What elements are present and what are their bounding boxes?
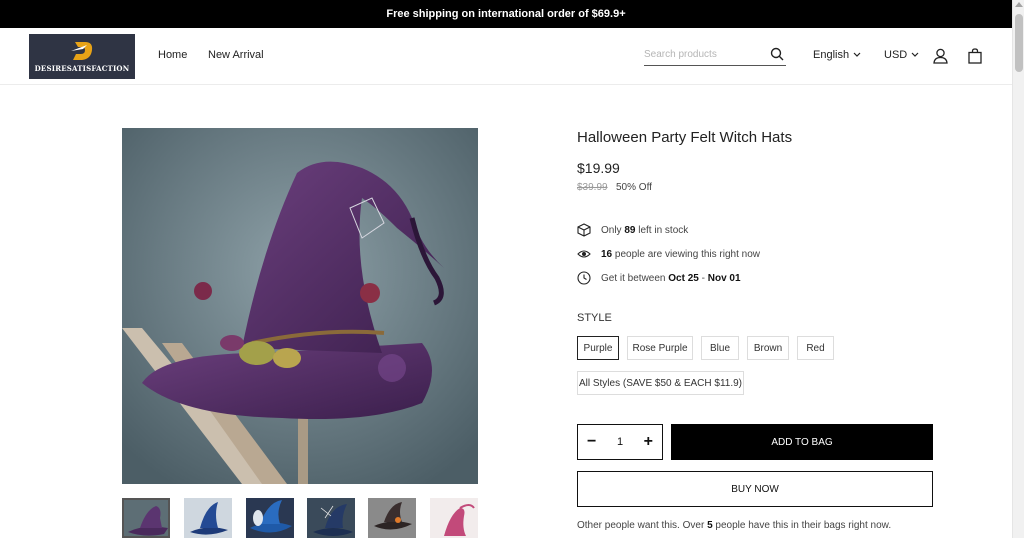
product-title: Halloween Party Felt Witch Hats [577,129,793,146]
variant-rose-purple[interactable]: Rose Purple [627,336,693,360]
product-thumbnail[interactable] [246,498,294,538]
chevron-down-icon [911,52,919,57]
product-thumbnail[interactable] [430,498,478,538]
language-selector[interactable]: English [813,49,861,61]
social-proof-post: people have this in their bags right now… [715,520,892,531]
viewers-text: people are viewing this right now [614,248,760,260]
nav-home-link[interactable]: Home [158,49,187,61]
logo-text: DESIRESATISFACTION [34,64,130,73]
delivery-info: Get it between Oct 25 - Nov 01 [577,271,741,285]
style-label: STYLE [577,312,612,324]
add-to-bag-button[interactable]: ADD TO BAG [671,424,933,460]
social-proof-pre: Other people want this. Over [577,520,705,531]
stock-text-post: left in stock [638,224,689,236]
quantity-value[interactable]: 1 [617,436,623,448]
quantity-stepper: − 1 + [577,424,663,460]
stock-text-pre: Only [601,224,622,236]
quantity-decrease-button[interactable]: − [587,434,596,450]
product-main-image[interactable] [122,128,478,484]
product-thumbnail[interactable] [368,498,416,538]
variant-red[interactable]: Red [797,336,834,360]
variant-brown[interactable]: Brown [747,336,789,360]
delivery-start: Oct 25 [668,272,699,284]
buy-now-button[interactable]: BUY NOW [577,471,933,507]
search-icon[interactable] [770,47,784,66]
language-value: English [813,49,850,61]
stock-count: 89 [624,224,636,236]
viewers-count: 16 [601,248,613,260]
eye-icon [577,250,591,258]
currency-selector[interactable]: USD [884,49,919,61]
search-input[interactable] [644,44,762,65]
clock-icon [577,271,591,285]
social-proof-count: 5 [707,520,713,531]
stock-info: Only 89 left in stock [577,223,688,237]
social-proof-text: Other people want this. Over 5 people ha… [577,520,891,531]
logo[interactable]: DESIRESATISFACTION [29,34,135,79]
user-icon[interactable] [933,48,948,69]
quantity-increase-button[interactable]: + [644,434,653,450]
chevron-down-icon [853,52,861,57]
nav-new-arrival-link[interactable]: New Arrival [208,49,264,61]
announcement-bar: Free shipping on international order of … [0,0,1012,28]
scroll-thumb[interactable] [1015,14,1023,72]
currency-value: USD [884,49,908,61]
search-box [644,44,786,66]
scroll-up-arrow[interactable] [1015,2,1023,7]
logo-mark-icon [71,42,93,60]
delivery-text-pre: Get it between [601,272,666,284]
product-price: $19.99 [577,160,620,176]
variant-purple[interactable]: Purple [577,336,619,360]
bag-icon[interactable] [968,48,982,69]
viewers-info: 16 people are viewing this right now [577,247,760,261]
product-thumbnail[interactable] [307,498,355,538]
discount-label: 50% Off [616,182,652,193]
delivery-sep: - [701,272,705,284]
scrollbar[interactable] [1012,0,1024,538]
variant-blue[interactable]: Blue [701,336,739,360]
box-icon [577,223,591,237]
compare-at-price: $39.99 [577,182,608,193]
site-header: DESIRESATISFACTION Home New Arrival Engl… [0,28,1012,85]
product-thumbnail[interactable] [122,498,170,538]
delivery-end: Nov 01 [707,272,741,284]
product-thumbnail[interactable] [184,498,232,538]
variant-all-styles[interactable]: All Styles (SAVE $50 & EACH $11.9) [577,371,744,395]
